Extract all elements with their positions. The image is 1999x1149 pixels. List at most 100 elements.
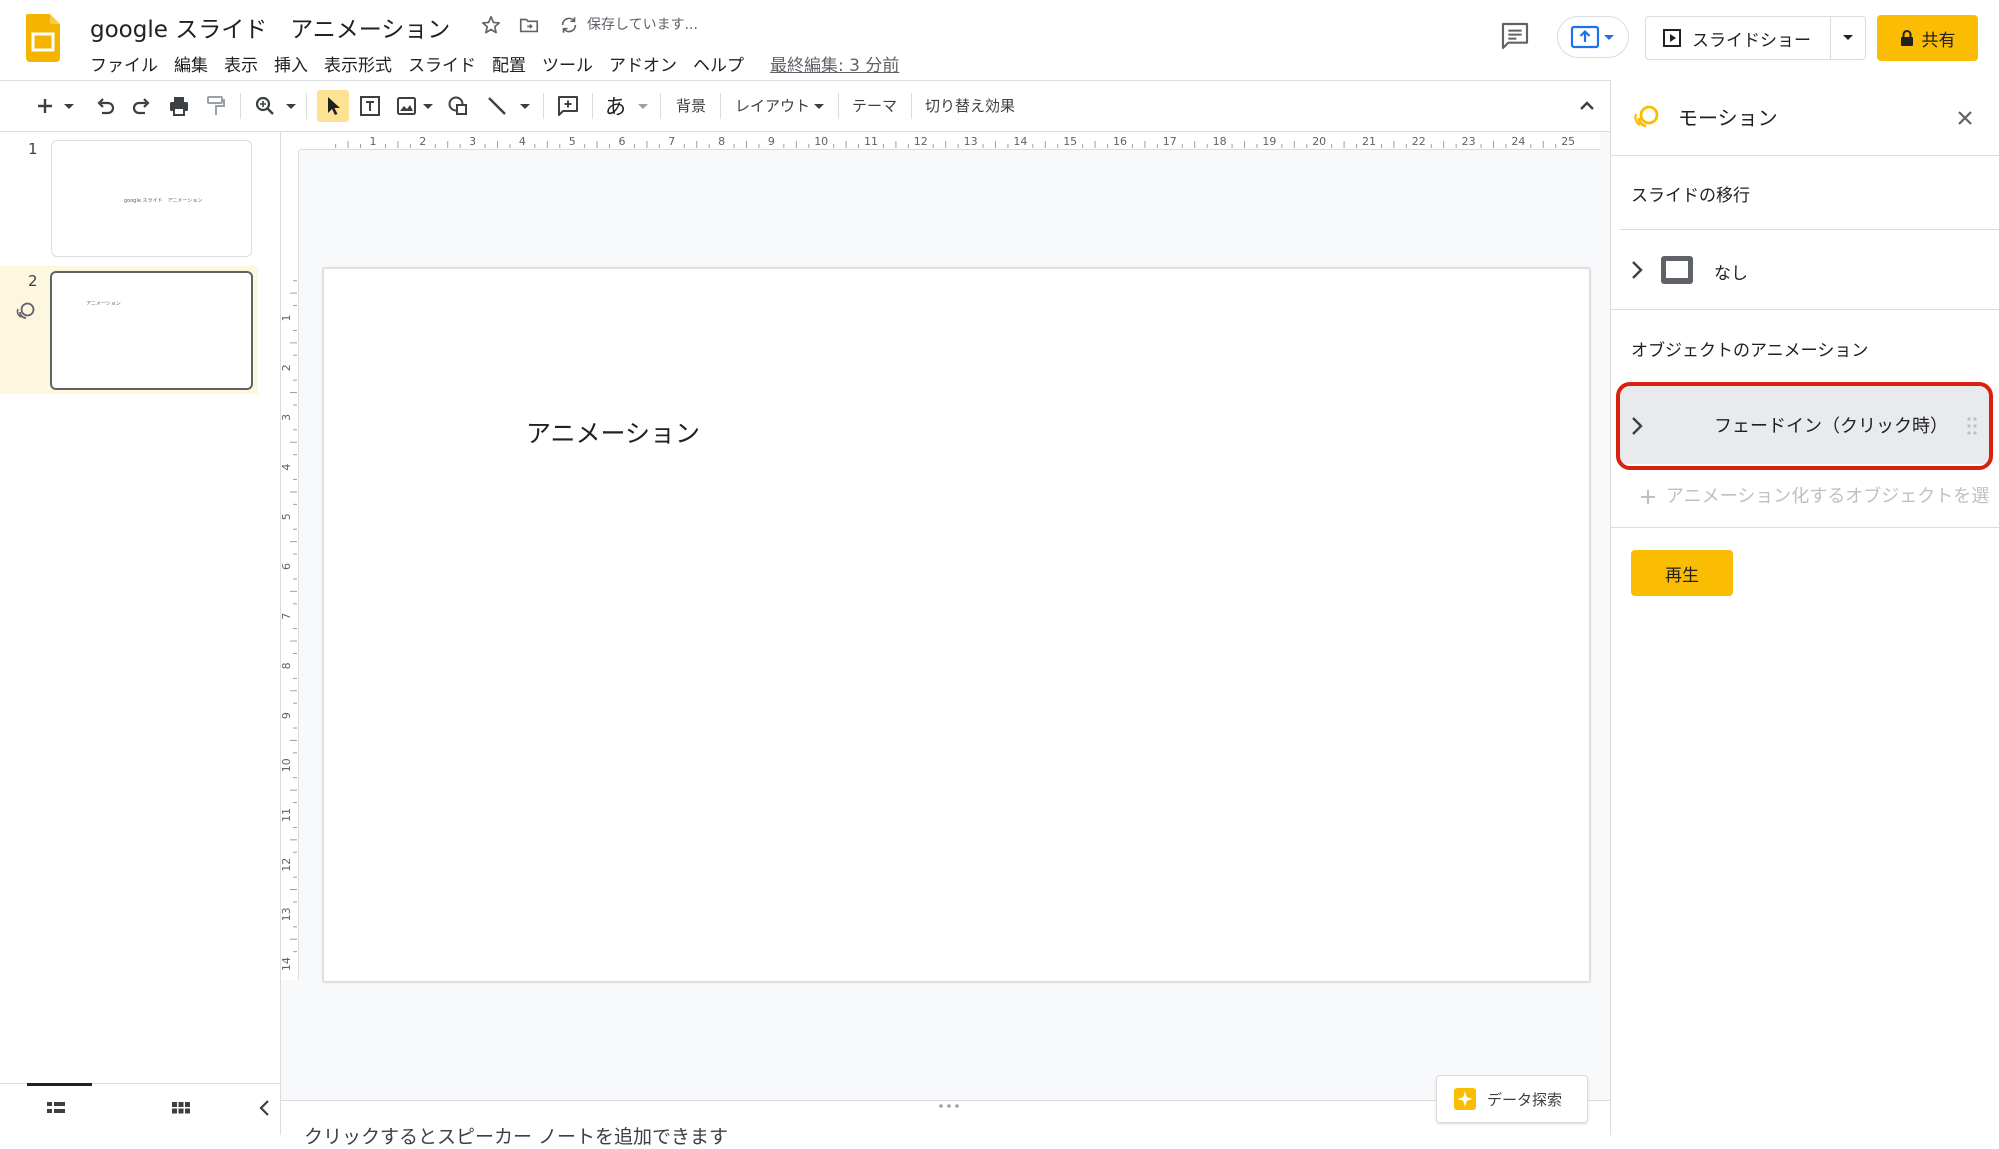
motion-icon [1632, 102, 1662, 132]
add-animation-plus-icon[interactable] [1638, 487, 1658, 507]
ruler-tick-label: 10 [281, 758, 293, 772]
ruler-tick-label: 1 [370, 135, 377, 148]
menu-file[interactable]: ファイル [82, 51, 166, 76]
theme-button[interactable]: テーマ [852, 95, 897, 116]
filmstrip-view-icon[interactable] [45, 1097, 67, 1119]
slides-logo-icon[interactable] [26, 14, 60, 62]
slideshow-button[interactable]: スライドショー [1645, 16, 1866, 60]
comment-history-icon[interactable] [1499, 20, 1531, 52]
notes-resize-handle-icon[interactable] [935, 1103, 963, 1109]
background-button[interactable]: 背景 [676, 95, 706, 116]
save-status: 保存しています... [587, 17, 698, 33]
panel-divider [1611, 309, 1999, 310]
ruler-tick-label: 25 [1561, 135, 1575, 148]
app-header: google スライド アニメーション 保存しています... ファイル 編集 表… [0, 0, 1999, 80]
line-icon[interactable] [484, 93, 510, 119]
document-title[interactable]: google スライド アニメーション [90, 10, 450, 44]
slideshow-label: スライドショー [1692, 30, 1811, 51]
text-box-icon[interactable] [357, 93, 383, 119]
undo-icon[interactable] [92, 93, 118, 119]
horizontal-ruler[interactable]: 1 2 3 4 5 6 7 8 9 10 11 12 13 14 15 16 17 18 19 20 21 22 23 24 2… [300, 132, 1600, 150]
slide-number: 1 [28, 140, 38, 158]
ruler-tick-label: 1 [281, 315, 293, 322]
slide-text-box[interactable]: アニメーション [526, 414, 700, 450]
line-dropdown-icon[interactable] [518, 93, 532, 119]
slide-thumbnail-2[interactable]: アニメーション [50, 271, 253, 390]
chevron-right-icon[interactable] [1628, 258, 1646, 282]
menu-addons[interactable]: アドオン [601, 51, 685, 76]
slide-number: 2 [28, 272, 38, 290]
print-icon[interactable] [166, 93, 192, 119]
ruler-tick-label: 15 [1063, 135, 1077, 148]
new-slide-dropdown-icon[interactable] [62, 93, 76, 119]
speaker-notes-placeholder[interactable]: クリックするとスピーカー ノートを追加できます [304, 1122, 728, 1149]
star-icon[interactable] [480, 14, 502, 36]
layout-dropdown-icon[interactable] [812, 93, 826, 119]
add-comment-icon[interactable] [555, 93, 581, 119]
present-to-meeting-button[interactable] [1557, 16, 1629, 58]
menu-bar: ファイル 編集 表示 挿入 表示形式 スライド 配置 ツール アドオン ヘルプ … [82, 50, 899, 76]
zoom-dropdown-icon[interactable] [284, 93, 298, 119]
ruler-tick-label: 11 [281, 808, 293, 822]
insert-image-icon[interactable] [394, 93, 420, 119]
menu-view[interactable]: 表示 [216, 51, 266, 76]
ime-input-tool[interactable]: あ [605, 91, 626, 121]
image-dropdown-icon[interactable] [421, 93, 435, 119]
slide-2-canvas[interactable] [323, 268, 1590, 982]
close-icon[interactable] [1953, 106, 1977, 130]
slideshow-divider [1830, 17, 1831, 59]
lock-icon [1900, 30, 1913, 46]
redo-icon[interactable] [129, 93, 155, 119]
layout-button[interactable]: レイアウト [735, 95, 810, 116]
select-cursor-icon[interactable] [320, 93, 346, 119]
thumbnail-title: google スライド アニメーション [124, 198, 203, 204]
zoom-icon[interactable] [252, 93, 278, 119]
menu-slide[interactable]: スライド [400, 51, 484, 76]
panel-title: モーション [1678, 106, 1778, 130]
panel-divider [1611, 527, 1999, 528]
vertical-ruler[interactable]: 1 2 3 4 5 6 7 8 9 10 11 12 13 14 [281, 150, 299, 980]
ruler-tick-label: 16 [1113, 135, 1127, 148]
share-button[interactable]: 共有 [1877, 15, 1978, 61]
ruler-tick-label: 14 [281, 957, 293, 971]
paint-format-icon[interactable] [203, 93, 229, 119]
ruler-tick-label: 13 [964, 135, 978, 148]
shape-icon[interactable] [445, 93, 471, 119]
panel-divider [1620, 229, 1999, 230]
ruler-tick-label: 8 [718, 135, 725, 148]
expand-animation-chevron-icon[interactable] [1628, 414, 1646, 438]
ruler-tick-label: 3 [469, 135, 476, 148]
add-animation-link[interactable]: アニメーション化するオブジェクトを選 [1666, 482, 1989, 508]
slideshow-dropdown-icon[interactable] [1842, 34, 1854, 42]
ruler-tick-label: 5 [569, 135, 576, 148]
menu-tools[interactable]: ツール [534, 51, 601, 76]
drag-handle-icon[interactable] [1966, 416, 1978, 436]
new-slide-icon[interactable] [32, 93, 58, 119]
collapse-filmstrip-icon[interactable] [254, 1097, 276, 1119]
collapse-toolbar-icon[interactable] [1574, 93, 1600, 119]
menu-arrange[interactable]: 配置 [484, 51, 534, 76]
last-edit-link[interactable]: 最終編集: 3 分前 [770, 51, 899, 76]
ime-dropdown-icon[interactable] [636, 93, 650, 119]
menu-insert[interactable]: 挿入 [266, 51, 316, 76]
thumbnail-title: アニメーション [86, 301, 121, 307]
toolbar-divider [720, 93, 721, 119]
transition-value: なし [1714, 264, 1748, 284]
explore-button[interactable]: データ探索 [1436, 1075, 1588, 1123]
menu-format[interactable]: 表示形式 [316, 51, 400, 76]
grid-view-icon[interactable] [170, 1097, 192, 1119]
ruler-tick-label: 12 [281, 858, 293, 872]
menu-edit[interactable]: 編集 [166, 51, 216, 76]
ruler-tick-label: 17 [1163, 135, 1177, 148]
menu-help[interactable]: ヘルプ [685, 51, 752, 76]
slide-thumbnail-1[interactable]: google スライド アニメーション [51, 140, 252, 257]
toolbar-divider [306, 93, 307, 119]
play-button[interactable]: 再生 [1631, 550, 1733, 596]
move-folder-icon[interactable] [518, 14, 540, 36]
ruler-tick-label: 20 [1312, 135, 1326, 148]
transition-button[interactable]: 切り替え効果 [925, 95, 1015, 116]
ruler-tick-label: 21 [1362, 135, 1376, 148]
slide-transition-heading: スライドの移行 [1631, 186, 1750, 206]
sync-icon [558, 14, 580, 36]
slideshow-icon [1663, 29, 1681, 47]
